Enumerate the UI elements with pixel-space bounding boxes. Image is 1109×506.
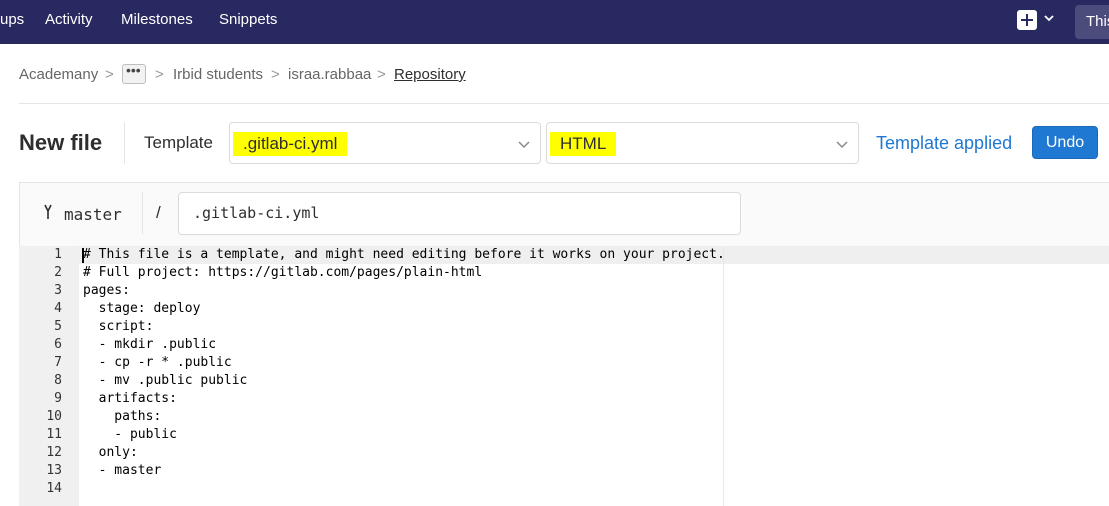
line-number: 7 <box>54 355 62 370</box>
divider <box>142 192 143 234</box>
print-margin <box>723 246 724 506</box>
code-line: - master <box>83 463 162 478</box>
template-value: HTML <box>550 132 617 156</box>
text-cursor <box>82 248 84 263</box>
top-navbar: ups Activity Milestones Snippets This <box>0 0 1109 44</box>
line-number: 4 <box>54 301 62 316</box>
code-line: artifacts: <box>83 391 177 406</box>
template-label: Template <box>144 133 213 152</box>
line-number: 14 <box>46 481 62 496</box>
line-number: 10 <box>46 409 62 424</box>
code-line: # Full project: https://gitlab.com/pages… <box>83 265 483 280</box>
line-number: 13 <box>46 463 62 478</box>
code-line: - public <box>83 427 177 442</box>
code-line: only: <box>83 445 138 460</box>
branch-name: master <box>64 205 122 224</box>
breadcrumb-more-button[interactable]: ••• <box>122 62 146 84</box>
nav-item-milestones[interactable]: Milestones <box>121 11 193 28</box>
nav-item-groups[interactable]: ups <box>0 11 24 28</box>
line-number: 9 <box>54 391 62 406</box>
code-line: - mkdir .public <box>83 337 217 352</box>
code-line: stage: deploy <box>83 301 201 316</box>
breadcrumb-irbid-students[interactable]: Irbid students <box>173 66 263 83</box>
breadcrumb-separator: > <box>377 66 386 83</box>
line-number: 5 <box>54 319 62 334</box>
line-number: 8 <box>54 373 62 388</box>
divider <box>124 122 125 164</box>
breadcrumb-separator: > <box>271 66 280 83</box>
search-placeholder: This <box>1086 13 1109 30</box>
template-type-value: .gitlab-ci.yml <box>233 132 348 156</box>
breadcrumb-separator: > <box>155 66 164 83</box>
nav-item-activity[interactable]: Activity <box>45 11 93 28</box>
chevron-down-icon[interactable] <box>1043 12 1055 24</box>
template-applied-text: Template applied <box>876 133 1013 153</box>
line-number: 12 <box>46 445 62 460</box>
ellipsis-icon: ••• <box>126 62 141 78</box>
breadcrumb-academany[interactable]: Academany <box>19 66 98 83</box>
template-type-dropdown[interactable]: .gitlab-ci.yml <box>229 122 541 164</box>
branch-icon <box>44 204 52 219</box>
breadcrumb-separator: > <box>105 66 114 83</box>
page-title: New file <box>19 130 103 155</box>
code-line: - cp -r * .public <box>83 355 232 370</box>
line-number: 11 <box>46 427 62 442</box>
code-line: script: <box>83 319 154 334</box>
line-number: 3 <box>54 283 62 298</box>
search-input[interactable]: This <box>1075 5 1109 39</box>
nav-item-snippets[interactable]: Snippets <box>219 11 277 28</box>
divider <box>19 103 1109 104</box>
code-line: pages: <box>83 283 130 298</box>
code-line: - mv .public public <box>83 373 248 388</box>
plus-square-icon[interactable] <box>1017 10 1037 30</box>
path-separator: / <box>156 203 161 222</box>
code-line: paths: <box>83 409 162 424</box>
code-line: # This file is a template, and might nee… <box>83 247 725 262</box>
undo-button[interactable]: Undo <box>1032 126 1098 159</box>
breadcrumb-user[interactable]: israa.rabbaa <box>288 66 371 83</box>
file-name-input[interactable]: .gitlab-ci.yml <box>178 192 741 235</box>
line-number: 6 <box>54 337 62 352</box>
line-number: 2 <box>54 265 62 280</box>
breadcrumb-repository[interactable]: Repository <box>394 66 466 83</box>
chevron-down-icon <box>518 141 530 149</box>
template-dropdown[interactable]: HTML <box>546 122 859 164</box>
chevron-down-icon <box>836 141 848 149</box>
line-number: 1 <box>54 247 62 262</box>
